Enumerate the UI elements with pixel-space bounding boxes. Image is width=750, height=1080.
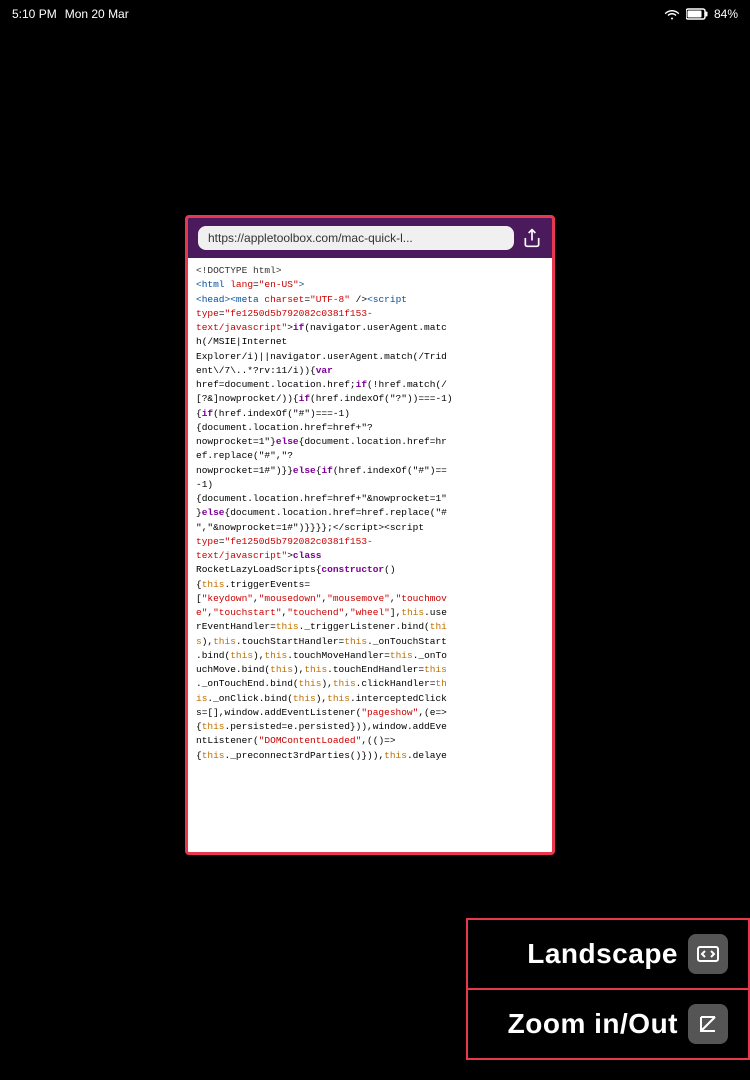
bottom-buttons: Landscape Zoom in/Out — [466, 918, 750, 1060]
browser-window: https://appletoolbox.com/mac-quick-l... … — [185, 215, 555, 855]
battery-percent: 84% — [714, 7, 738, 21]
wifi-icon — [664, 8, 680, 20]
landscape-button[interactable]: Landscape — [466, 918, 750, 988]
battery-icon — [686, 8, 708, 20]
share-button[interactable] — [522, 228, 542, 248]
zoom-icon — [688, 1004, 728, 1044]
status-bar: 5:10 PM Mon 20 Mar 84% — [0, 0, 750, 28]
browser-toolbar: https://appletoolbox.com/mac-quick-l... — [188, 218, 552, 258]
status-right: 84% — [664, 7, 738, 21]
status-left: 5:10 PM Mon 20 Mar — [12, 7, 129, 21]
code-display: <!DOCTYPE html> <html lang="en-US"> <hea… — [188, 258, 552, 846]
zoom-button[interactable]: Zoom in/Out — [466, 988, 750, 1060]
date: Mon 20 Mar — [65, 7, 129, 21]
time: 5:10 PM — [12, 7, 57, 21]
address-bar[interactable]: https://appletoolbox.com/mac-quick-l... — [198, 226, 514, 250]
landscape-icon — [688, 934, 728, 974]
